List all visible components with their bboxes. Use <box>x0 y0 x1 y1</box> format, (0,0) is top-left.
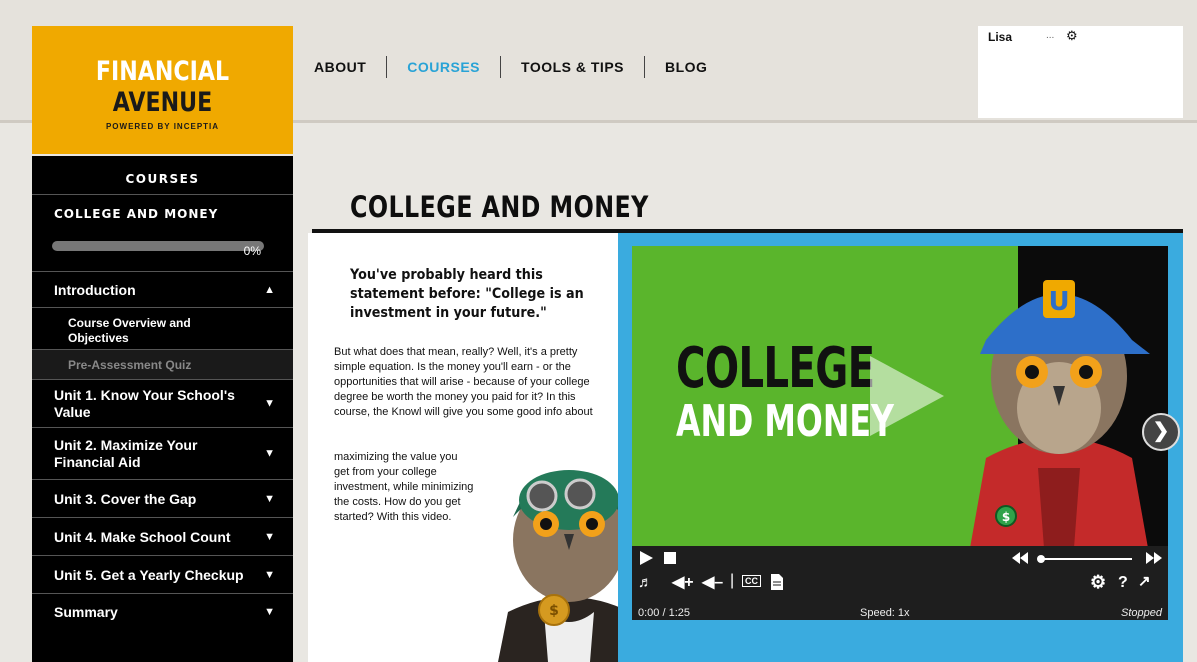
body-text: But what does that mean, really? Well, i… <box>334 346 593 418</box>
transcript-icon[interactable] <box>771 574 783 590</box>
main-nav: ABOUT COURSES TOOLS & TIPS BLOG <box>312 56 727 78</box>
video-time: 0:00 / 1:25 <box>638 607 690 619</box>
video-speed[interactable]: Speed: 1x <box>860 607 910 619</box>
sidebar-course-title[interactable]: COLLEGE AND MONEY <box>32 195 293 235</box>
nav-blog[interactable]: BLOG <box>645 59 727 75</box>
user-extra: ... <box>1046 30 1055 41</box>
svg-text:$: $ <box>549 603 559 619</box>
sidebar-subitem-label: Pre-Assessment Quiz <box>68 358 192 372</box>
sidebar-item-summary[interactable]: Summary ▼ <box>32 594 293 630</box>
chevron-down-icon: ▼ <box>264 606 275 618</box>
sidebar-item-label: Introduction <box>54 282 136 298</box>
video-title-line2: AND MONEY <box>676 396 894 447</box>
nav-tools-tips[interactable]: TOOLS & TIPS <box>501 59 644 75</box>
chevron-down-icon: ▼ <box>264 447 275 459</box>
sidebar-item-label: Summary <box>54 604 118 620</box>
video-controls: ♬ ◀+ ◀– | CC ⚙ ? ↗ 0:00 / 1:25 Speed: 1x… <box>632 546 1168 620</box>
sidebar-item-unit-5[interactable]: Unit 5. Get a Yearly Checkup ▼ <box>32 556 293 594</box>
sidebar-item-label: Unit 5. Get a Yearly Checkup <box>54 567 244 583</box>
gear-icon[interactable]: ⚙ <box>1066 28 1078 44</box>
sidebar-item-label: Unit 2. Maximize Your Financial Aid <box>54 437 198 470</box>
logo-word-avenue: AVENUE <box>112 87 213 118</box>
sidebar-subitem-pre-assessment-quiz[interactable]: Pre-Assessment Quiz <box>32 350 293 380</box>
sidebar-item-unit-1[interactable]: Unit 1. Know Your School's Value ▼ <box>32 380 293 428</box>
user-name[interactable]: Lisa <box>988 30 1012 44</box>
help-icon[interactable]: ? <box>1118 574 1128 592</box>
closed-captions-button[interactable]: CC <box>742 575 761 587</box>
chevron-down-icon: ▼ <box>264 568 275 581</box>
sidebar-item-unit-2[interactable]: Unit 2. Maximize Your Financial Aid ▼ <box>32 428 293 480</box>
sidebar-item-label: Unit 4. Make School Count <box>54 529 231 545</box>
owl-mascot-illustration: U $ <box>970 280 1150 546</box>
settings-gear-icon[interactable]: ⚙ <box>1090 572 1106 593</box>
play-overlay-icon[interactable] <box>870 356 944 436</box>
chevron-down-icon: ▼ <box>264 530 275 543</box>
sidebar-item-unit-3[interactable]: Unit 3. Cover the Gap ▼ <box>32 480 293 518</box>
sidebar-subitem-label: Course Overview and Objectives <box>68 316 191 345</box>
nav-courses[interactable]: COURSES <box>387 59 500 75</box>
lead-text: You've probably heard this statement bef… <box>350 267 584 321</box>
chevron-up-icon: ▲ <box>264 283 275 296</box>
sidebar-subitem-course-overview[interactable]: Course Overview and Objectives <box>32 308 293 350</box>
user-panel: Lisa ... ⚙ <box>978 26 1183 118</box>
sidebar-item-label: Unit 1. Know Your School's Value <box>54 387 235 420</box>
video-player[interactable]: U $ COLLEGE AND MONEY <box>632 246 1168 546</box>
play-icon[interactable] <box>638 550 654 566</box>
body-text-continued: maximizing the value you get from your c… <box>334 451 474 523</box>
volume-up-icon[interactable]: ◀+ <box>672 572 694 592</box>
sidebar-item-label: Unit 3. Cover the Gap <box>54 491 197 507</box>
video-title-line1: COLLEGE <box>676 336 875 401</box>
volume-down-icon[interactable]: ◀– <box>702 572 723 592</box>
volume-icon[interactable]: ♬ <box>638 574 653 591</box>
next-slide-button[interactable]: ❯ <box>1142 413 1180 451</box>
nav-about[interactable]: ABOUT <box>312 59 386 75</box>
svg-text:U: U <box>1048 287 1069 317</box>
progress-percent: 0% <box>243 244 261 258</box>
progress-bar <box>52 241 264 251</box>
seek-slider[interactable] <box>1036 554 1136 564</box>
control-divider: | <box>730 572 735 589</box>
logo-word-financial: FINANCIAL <box>95 56 230 87</box>
svg-text:$: $ <box>1002 510 1010 524</box>
course-progress: 0% <box>32 235 293 272</box>
course-sidebar: COURSES COLLEGE AND MONEY 0% Introductio… <box>32 156 293 662</box>
chevron-down-icon: ▼ <box>264 492 275 505</box>
rewind-icon[interactable] <box>1012 552 1028 564</box>
stop-icon[interactable] <box>662 550 678 566</box>
page-title: COLLEGE AND MONEY <box>350 190 649 224</box>
sidebar-header: COURSES <box>32 156 293 195</box>
site-logo[interactable]: FINANCIAL AVENUE POWERED BY INCEPTIA <box>32 26 293 154</box>
chevron-down-icon: ▼ <box>264 397 275 409</box>
video-state: Stopped <box>1121 607 1162 619</box>
fast-forward-icon[interactable] <box>1146 552 1162 564</box>
sidebar-item-introduction[interactable]: Introduction ▲ <box>32 272 293 308</box>
logo-tagline: POWERED BY INCEPTIA <box>105 122 220 131</box>
sidebar-item-unit-4[interactable]: Unit 4. Make School Count ▼ <box>32 518 293 556</box>
fullscreen-icon[interactable]: ↗ <box>1138 572 1151 590</box>
